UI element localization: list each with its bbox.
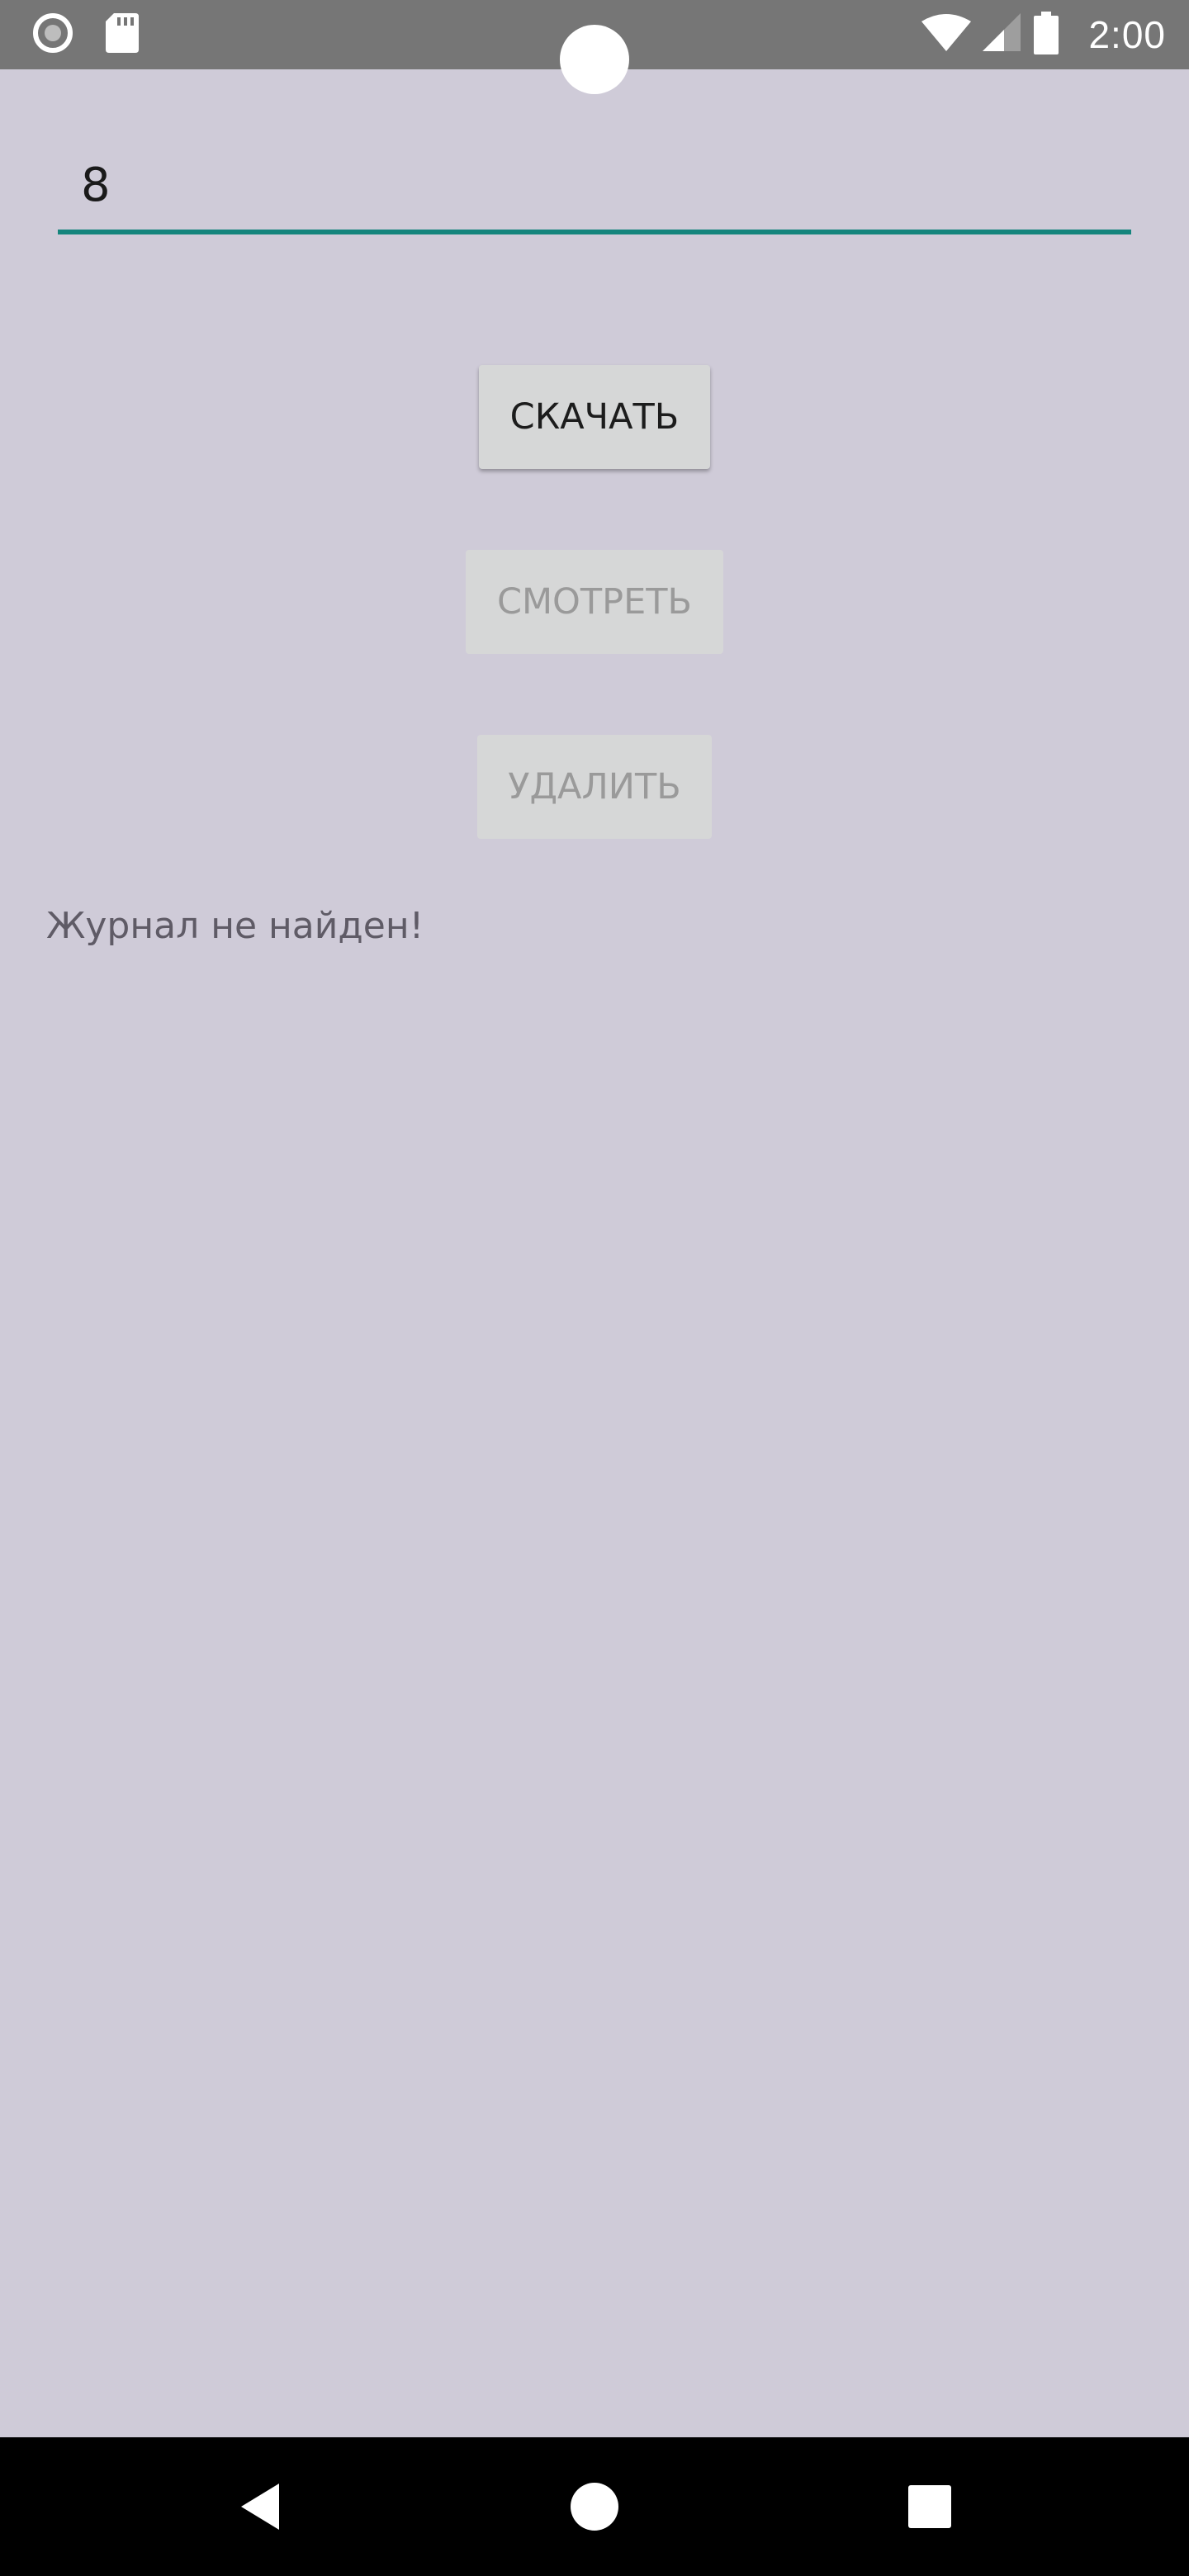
view-button[interactable]: СМОТРЕТЬ <box>466 550 723 654</box>
recents-icon[interactable] <box>907 2484 953 2530</box>
signal-icon <box>983 13 1022 56</box>
record-icon <box>31 12 74 58</box>
camera-cutout <box>560 25 629 94</box>
status-bar-system: 2:00 <box>921 8 1166 61</box>
navigation-bar <box>0 2437 1189 2576</box>
status-bar: 2:00 <box>0 0 1189 94</box>
number-field[interactable] <box>58 140 1131 236</box>
home-icon[interactable] <box>570 2482 619 2531</box>
battery-icon <box>1034 12 1059 58</box>
status-message: Журнал не найден! <box>46 905 424 947</box>
input-underline <box>58 230 1131 234</box>
back-icon[interactable] <box>239 2482 282 2531</box>
clock: 2:00 <box>1088 13 1166 56</box>
wifi-icon <box>921 13 972 56</box>
number-input[interactable] <box>58 140 1131 230</box>
download-button[interactable]: СКАЧАТЬ <box>479 365 710 469</box>
delete-button[interactable]: УДАЛИТЬ <box>477 735 712 839</box>
sd-card-icon <box>106 13 139 56</box>
status-bar-notifications <box>31 13 139 56</box>
